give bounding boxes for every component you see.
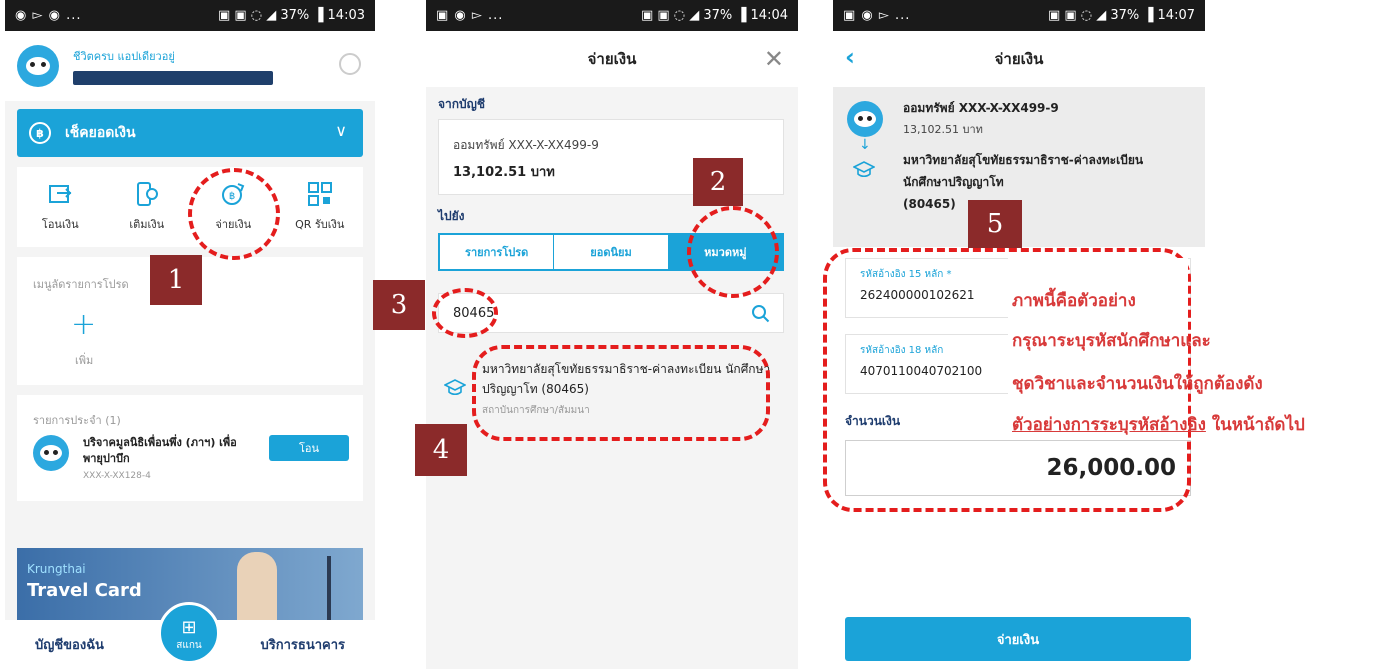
recurring-item-account: XXX-X-XX128-4	[83, 471, 151, 481]
scan-label: สแกน	[176, 640, 202, 651]
note-tail: ในหน้าถัดไป	[1205, 415, 1305, 435]
highlight-category-tab	[687, 206, 779, 298]
status-icons: ▣ ◉ ▻ ...	[436, 8, 504, 23]
step-badge-3: 3	[373, 280, 425, 330]
menu-label: QR รับเงิน	[295, 218, 345, 231]
note-line-3: ชุดวิชาและจำนวนเงินให้ถูกต้องดัง	[1012, 374, 1263, 394]
tab-popular[interactable]: ยอดนิยม	[554, 235, 669, 269]
status-bar: ◉ ▻ ◉ ... ▣ ▣ ◌ ◢ 37% ▐ 14:03	[5, 0, 375, 31]
name-redacted	[73, 71, 273, 85]
step-badge-5: 5	[968, 200, 1022, 248]
mascot-avatar	[17, 45, 59, 87]
step-badge-1: 1	[150, 255, 202, 305]
status-icons: ▣ ◉ ▻ ...	[843, 8, 911, 23]
banner-brand: Krungthai	[27, 562, 86, 576]
to-label: ไปยัง	[438, 209, 465, 223]
arrow-down-icon: ↓	[859, 137, 871, 153]
greeting-text: ชีวิตครบ แอปเดียวอยู่	[73, 50, 175, 63]
power-icon[interactable]	[339, 53, 361, 75]
transfer-button[interactable]: โอน	[269, 435, 349, 461]
biller-type: นักศึกษาปริญญาโท	[903, 175, 1004, 189]
step-badge-2: 2	[693, 158, 743, 206]
menu-qr[interactable]: QR รับเงิน	[280, 181, 360, 233]
check-balance-bar[interactable]: ฿ เช็คยอดเงิน ∨	[17, 109, 363, 157]
banner-tower-image	[327, 556, 331, 626]
search-icon[interactable]	[751, 304, 771, 324]
add-icon[interactable]: +	[71, 307, 96, 342]
scan-icon: ⊞	[181, 617, 197, 638]
page-title: จ่ายเงิน	[587, 50, 637, 68]
check-balance-label: เช็คยอดเงิน	[65, 125, 136, 141]
tab-favorites[interactable]: รายการโปรด	[440, 235, 555, 269]
favorites-title: เมนูลัดรายการโปรด	[33, 278, 129, 291]
nav-bank-services[interactable]: บริการธนาคาร	[261, 634, 346, 655]
screen-header: ‹ จ่ายเงิน	[833, 31, 1205, 87]
status-bar: ▣ ◉ ▻ ... ▣ ▣ ◌ ◢ 37% ▐ 14:07	[833, 0, 1205, 31]
menu-transfer[interactable]: โอนเงิน	[20, 181, 100, 233]
page-title: จ่ายเงิน	[994, 50, 1044, 68]
scan-button[interactable]: ⊞ สแกน	[158, 602, 220, 664]
close-icon[interactable]: ✕	[764, 45, 784, 73]
transfer-icon	[49, 185, 72, 203]
account-name: ออมทรัพย์ XXX-X-XX499-9	[903, 101, 1059, 115]
recurring-item-name: บริจาคมูลนิธิเพื่อนพึ่ง (ภาฯ) เพื่อพายุป…	[83, 436, 237, 465]
add-label: เพิ่ม	[75, 354, 94, 367]
menu-label: เติมเงิน	[129, 218, 165, 231]
note-link: ตัวอย่างการระบุรหัสอ้างอิง	[1012, 415, 1206, 435]
highlight-result	[472, 345, 770, 441]
account-balance: 13,102.51 บาท	[903, 123, 983, 136]
status-icons: ◉ ▻ ◉ ...	[15, 8, 82, 23]
profile-header: ชีวิตครบ แอปเดียวอยู่	[5, 31, 375, 101]
graduation-cap-icon	[444, 379, 466, 396]
menu-topup[interactable]: เติมเงิน	[107, 181, 187, 233]
note-line-4: ตัวอย่างการระบุรหัสอ้างอิง ในหน้าถัดไป	[1012, 411, 1305, 438]
banner-title: Travel Card	[27, 580, 142, 601]
screen-header: จ่ายเงิน ✕	[426, 31, 798, 87]
tutorial-collage: ◉ ▻ ◉ ... ▣ ▣ ◌ ◢ 37% ▐ 14:03 ชีวิตครบ แ…	[0, 0, 1379, 669]
biller-code: (80465)	[903, 197, 956, 211]
nav-my-account[interactable]: บัญชีของฉัน	[35, 634, 104, 655]
status-time: ▣ ▣ ◌ ◢ 37% ▐ 14:04	[640, 8, 788, 23]
step-badge-4: 4	[415, 424, 467, 476]
status-bar: ▣ ◉ ▻ ... ▣ ▣ ◌ ◢ 37% ▐ 14:04	[426, 0, 798, 31]
qr-icon	[307, 182, 332, 206]
home-screen: ◉ ▻ ◉ ... ▣ ▣ ◌ ◢ 37% ▐ 14:03 ชีวิตครบ แ…	[5, 0, 375, 669]
topup-icon	[136, 182, 158, 206]
note-line-1: ภาพนี้คือตัวอย่าง	[1012, 291, 1136, 311]
recurring-title: รายการประจำ (1)	[33, 414, 121, 427]
biller-name: มหาวิทยาลัยสุโขทัยธรรมาธิราช-ค่าลงทะเบีย…	[903, 153, 1144, 167]
pay-button[interactable]: จ่ายเงิน	[845, 617, 1191, 661]
chevron-down-icon: ∨	[335, 121, 347, 140]
mascot-avatar	[847, 101, 883, 137]
graduation-cap-icon	[853, 161, 875, 178]
from-label: จากบัญชี	[438, 97, 486, 111]
recurring-card: รายการประจำ (1) บริจาคมูลนิธิเพื่อนพึ่ง …	[17, 395, 363, 501]
banner-person-image	[237, 552, 277, 628]
status-time: ▣ ▣ ◌ ◢ 37% ▐ 14:03	[217, 8, 365, 23]
baht-icon: ฿	[29, 122, 51, 144]
highlight-search-code	[432, 288, 498, 338]
highlight-pay-menu	[188, 168, 280, 260]
status-time: ▣ ▣ ◌ ◢ 37% ▐ 14:07	[1047, 8, 1195, 23]
back-icon[interactable]: ‹	[845, 43, 855, 71]
note-line-2: กรุณาระบุรหัสนักศึกษาและ	[1012, 331, 1211, 351]
menu-label: โอนเงิน	[41, 218, 79, 231]
mascot-avatar	[33, 435, 69, 471]
account-name: ออมทรัพย์ XXX-X-XX499-9	[453, 138, 599, 152]
